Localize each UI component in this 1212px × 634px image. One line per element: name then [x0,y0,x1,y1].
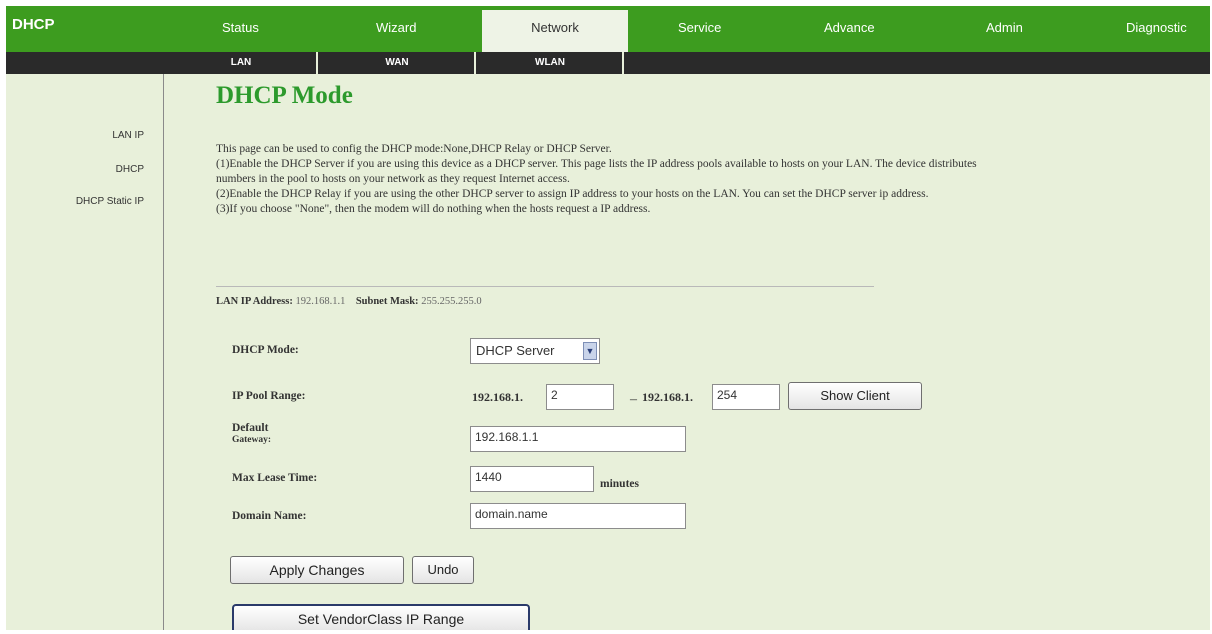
lan-ip-value: 192.168.1.1 [295,296,346,307]
set-vendorclass-ip-range-button[interactable]: Set VendorClass IP Range [232,604,530,630]
subtab-lan[interactable]: LAN [166,52,318,74]
subnet-mask-value: 255.255.255.0 [421,296,482,307]
lan-ip-label: LAN IP Address: [216,296,293,307]
domain-name-label: Domain Name: [232,510,307,522]
apply-changes-button[interactable]: Apply Changes [230,556,404,584]
pool-end-input[interactable]: 254 [712,384,780,410]
pool-end-prefix: 192.168.1. [642,390,693,404]
tab-advance[interactable]: Advance [824,20,875,35]
top-nav-bar: DHCP Status Wizard Network Service Advan… [6,6,1210,52]
default-gateway-label: Default Gateway: [232,422,271,446]
show-client-button[interactable]: Show Client [788,382,922,410]
sidebar-item-dhcp[interactable]: DHCP [116,164,144,175]
dhcp-mode-select[interactable]: DHCP Server [470,338,600,364]
sidebar-item-dhcp-static-ip[interactable]: DHCP Static IP [76,196,144,207]
description-line: (1)Enable the DHCP Server if you are usi… [216,158,977,185]
divider-line [216,286,874,287]
default-gateway-input[interactable]: 192.168.1.1 [470,426,686,452]
max-lease-time-input[interactable]: 1440 [470,466,594,492]
chevron-down-icon[interactable]: ▼ [583,342,597,360]
description-line: This page can be used to config the DHCP… [216,143,612,155]
pool-start-prefix: 192.168.1. [472,390,523,404]
tab-diagnostic[interactable]: Diagnostic [1126,20,1187,35]
domain-name-input[interactable]: domain.name [470,503,686,529]
dhcp-mode-label: DHCP Mode: [232,344,299,356]
description-line: (2)Enable the DHCP Relay if you are usin… [216,188,929,200]
default-gateway-label-line1: Default [232,422,269,434]
max-lease-time-label: Max Lease Time: [232,472,318,484]
default-gateway-label-line2: Gateway: [232,435,272,445]
sub-nav-bar: LAN WAN WLAN [6,52,1210,74]
tab-status[interactable]: Status [222,20,259,35]
lan-ip-info: LAN IP Address: 192.168.1.1 Subnet Mask:… [216,296,482,307]
subtab-wan[interactable]: WAN [320,52,476,74]
tab-service[interactable]: Service [678,20,721,35]
description-line: (3)If you choose "None", then the modem … [216,203,651,215]
tab-admin[interactable]: Admin [986,20,1023,35]
lease-unit-label: minutes [600,478,639,490]
sidebar-item-lan-ip[interactable]: LAN IP [112,130,144,141]
pool-start-input[interactable]: 2 [546,384,614,410]
brand-label: DHCP [12,16,55,33]
tab-wizard[interactable]: Wizard [376,20,416,35]
subtab-wlan[interactable]: WLAN [478,52,624,74]
tab-network[interactable]: Network [482,20,628,35]
page-description: This page can be used to config the DHCP… [216,142,986,217]
sidebar-divider [163,74,164,630]
page: DHCP Status Wizard Network Service Advan… [6,6,1210,630]
pool-range-dash: – [630,392,637,407]
subnet-mask-label: Subnet Mask: [355,296,419,307]
page-title: DHCP Mode [216,82,353,109]
ip-pool-range-label: IP Pool Range: [232,390,306,402]
undo-button[interactable]: Undo [412,556,474,584]
